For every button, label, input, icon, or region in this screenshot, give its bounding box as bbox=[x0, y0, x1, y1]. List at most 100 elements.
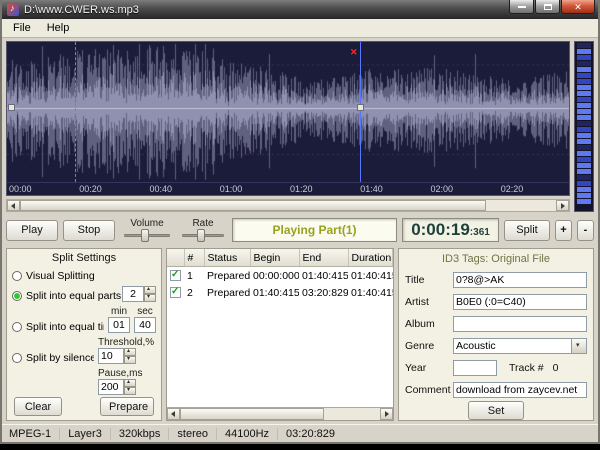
volume-slider-thumb[interactable] bbox=[141, 229, 149, 242]
clear-button[interactable]: Clear bbox=[14, 397, 62, 416]
column-header-status[interactable]: Status bbox=[204, 249, 251, 267]
split-settings-buttons: Clear Prepare bbox=[12, 397, 156, 419]
close-button[interactable] bbox=[561, 0, 595, 14]
column-header-end[interactable]: End bbox=[299, 249, 349, 267]
part-end: 01:40:415 bbox=[302, 269, 348, 282]
minimize-button[interactable] bbox=[509, 0, 534, 14]
radio-icon[interactable] bbox=[12, 322, 22, 332]
radio-split-silence[interactable]: Split by silence bbox=[12, 352, 94, 364]
id3-row-genre: Genre Acoustic bbox=[405, 338, 587, 354]
part-begin: 00:00:000 bbox=[253, 269, 299, 282]
scroll-right-button[interactable] bbox=[556, 200, 569, 211]
time-ruler: 00:00 00:20 00:40 01:00 01:20 01:40 02:0… bbox=[7, 182, 569, 195]
parts-scrollbar[interactable] bbox=[167, 407, 393, 420]
playback-status-display: Playing Part(1) bbox=[232, 218, 397, 242]
table-header-row: # Status Begin End Duration bbox=[167, 249, 393, 267]
split-marker-line[interactable] bbox=[360, 42, 361, 182]
prepare-button[interactable]: Prepare bbox=[100, 397, 154, 416]
column-header-begin[interactable]: Begin bbox=[250, 249, 300, 267]
time-label: 01:40 bbox=[360, 184, 383, 194]
meter-segment bbox=[577, 157, 591, 162]
spinner-down-button[interactable] bbox=[124, 355, 136, 364]
meter-segment bbox=[577, 163, 591, 168]
seconds-input[interactable] bbox=[134, 317, 156, 333]
maximize-button[interactable] bbox=[535, 0, 560, 14]
radio-label: Split into equal parts bbox=[26, 290, 122, 302]
table-row[interactable]: 2 Prepared 01:40:415 03:20:829 01:40:415 bbox=[167, 284, 393, 301]
scroll-right-button[interactable] bbox=[380, 408, 393, 420]
seconds-field-group: sec bbox=[134, 306, 156, 333]
status-bitrate: 320kbps bbox=[111, 427, 170, 440]
window-controls bbox=[509, 0, 595, 14]
volume-slider[interactable] bbox=[124, 229, 170, 242]
title-bar[interactable]: D:\www.CWER.ws.mp3 bbox=[2, 0, 598, 19]
year-label: Year bbox=[405, 362, 427, 374]
part-checkbox[interactable] bbox=[170, 269, 181, 282]
radio-icon-selected[interactable] bbox=[12, 291, 22, 301]
playhead-line bbox=[75, 42, 76, 182]
meter-segment bbox=[577, 67, 591, 72]
threshold-input[interactable] bbox=[98, 348, 124, 364]
radio-equal-time[interactable]: Split into equal time bbox=[12, 321, 104, 333]
id3-row-title: Title bbox=[405, 272, 587, 288]
id3-row-artist: Artist bbox=[405, 294, 587, 310]
split-marker-handle[interactable] bbox=[357, 104, 364, 111]
track-value[interactable]: 0 bbox=[553, 362, 559, 374]
part-status: Prepared bbox=[207, 286, 250, 299]
meter-segment bbox=[577, 43, 591, 48]
table-row[interactable]: 1 Prepared 00:00:000 01:40:415 01:40:415 bbox=[167, 267, 393, 285]
menu-file[interactable]: File bbox=[5, 21, 39, 35]
split-button[interactable]: Split bbox=[504, 219, 550, 241]
chevron-down-icon[interactable] bbox=[571, 339, 586, 353]
play-button[interactable]: Play bbox=[6, 219, 58, 241]
minutes-input[interactable] bbox=[108, 317, 130, 333]
album-input[interactable] bbox=[453, 316, 587, 332]
stop-button[interactable]: Stop bbox=[63, 219, 115, 241]
status-duration: 03:20:829 bbox=[286, 427, 335, 440]
comment-input[interactable] bbox=[453, 382, 587, 398]
radio-equal-parts[interactable]: Split into equal parts bbox=[12, 290, 122, 302]
meter-segment bbox=[577, 193, 591, 198]
genre-value: Acoustic bbox=[456, 340, 496, 352]
scroll-thumb[interactable] bbox=[20, 200, 487, 211]
scroll-left-button[interactable] bbox=[167, 408, 180, 420]
radio-icon[interactable] bbox=[12, 271, 22, 281]
year-input[interactable] bbox=[453, 360, 497, 376]
remove-split-button[interactable]: - bbox=[577, 219, 594, 241]
column-header-check[interactable] bbox=[167, 249, 185, 267]
set-button[interactable]: Set bbox=[468, 401, 524, 420]
radio-icon[interactable] bbox=[12, 353, 22, 363]
start-marker[interactable] bbox=[8, 104, 15, 111]
waveform-scrollbar[interactable] bbox=[6, 199, 570, 212]
column-header-duration[interactable]: Duration bbox=[348, 249, 393, 267]
artist-input[interactable] bbox=[453, 294, 587, 310]
waveform-display[interactable]: 00:00 00:20 00:40 01:00 01:20 01:40 02:0… bbox=[6, 41, 570, 196]
waveform-canvas[interactable] bbox=[7, 42, 569, 182]
pause-input[interactable] bbox=[98, 379, 124, 395]
column-header-num[interactable]: # bbox=[184, 249, 205, 267]
menu-help[interactable]: Help bbox=[39, 21, 78, 35]
part-checkbox[interactable] bbox=[170, 286, 181, 299]
scroll-left-button[interactable] bbox=[7, 200, 20, 211]
meter-segment bbox=[577, 103, 591, 108]
genre-dropdown[interactable]: Acoustic bbox=[453, 338, 587, 354]
scroll-track[interactable] bbox=[20, 200, 556, 211]
spinner-down-button[interactable] bbox=[144, 293, 156, 302]
title-input[interactable] bbox=[453, 272, 587, 288]
radio-visual-splitting[interactable]: Visual Splitting bbox=[12, 270, 156, 282]
artist-label: Artist bbox=[405, 296, 429, 308]
rate-slider-thumb[interactable] bbox=[197, 229, 205, 242]
rate-slider[interactable] bbox=[182, 229, 224, 242]
split-delete-icon[interactable] bbox=[350, 42, 359, 51]
equal-parts-input[interactable] bbox=[122, 286, 144, 302]
spinner-down-button[interactable] bbox=[124, 386, 136, 395]
app-icon bbox=[7, 3, 19, 16]
meter-segment bbox=[577, 85, 591, 90]
spinner-buttons bbox=[124, 378, 136, 395]
scroll-thumb[interactable] bbox=[180, 408, 324, 420]
add-split-button[interactable]: + bbox=[555, 219, 572, 241]
scroll-track[interactable] bbox=[180, 408, 380, 420]
menu-bar: File Help bbox=[2, 19, 598, 38]
meter-segment bbox=[577, 181, 591, 186]
meter-segment bbox=[577, 115, 591, 120]
